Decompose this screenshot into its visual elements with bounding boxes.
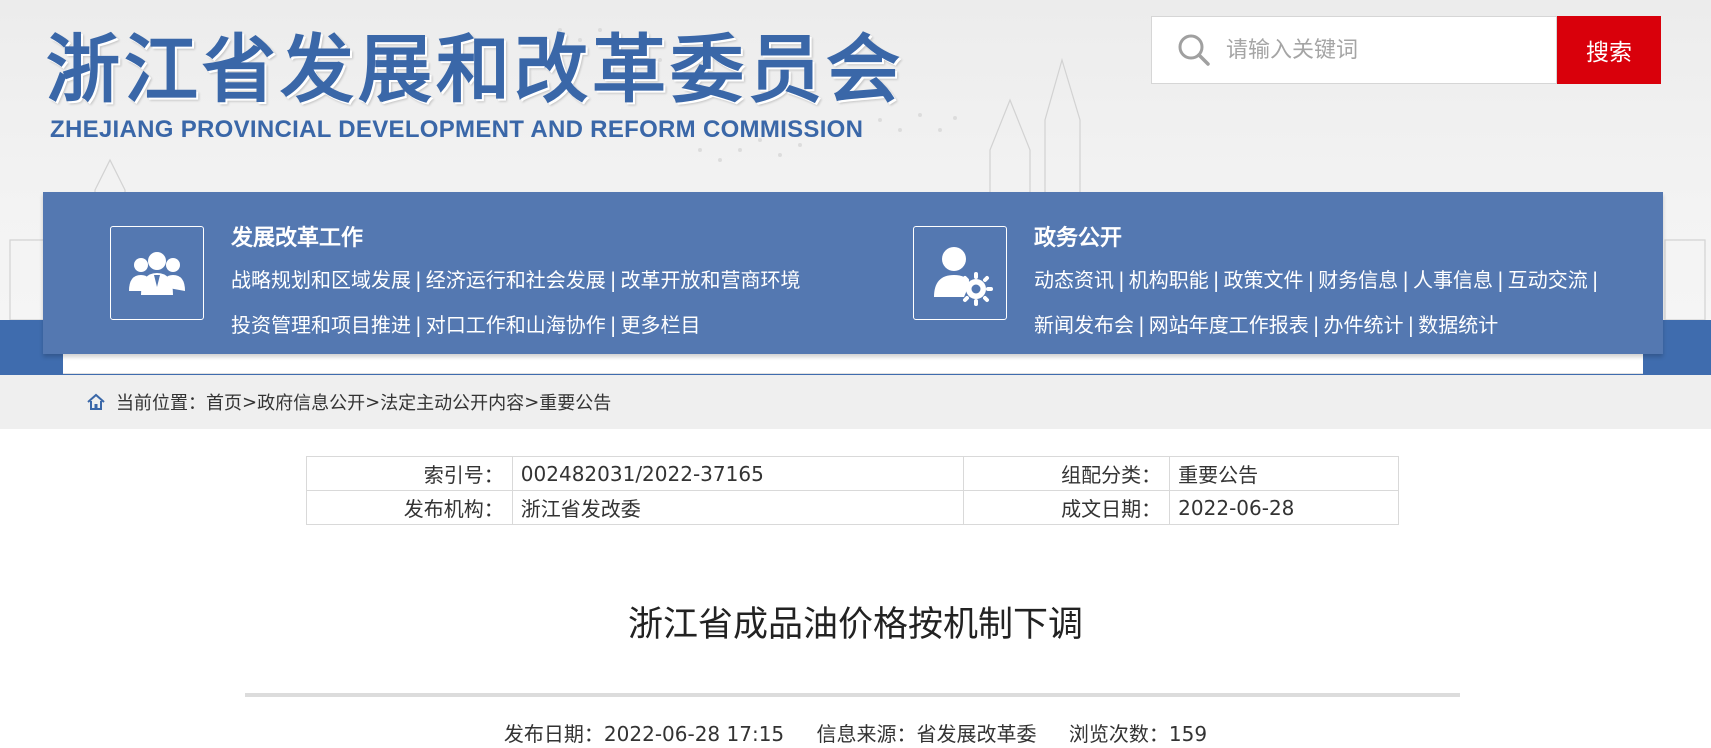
nav-link-policy-documents[interactable]: 政策文件 — [1224, 268, 1304, 292]
nav-separator: | — [415, 268, 422, 292]
breadcrumb-label: 当前位置： — [116, 393, 206, 414]
document-date-value: 2022-06-28 — [1169, 490, 1399, 525]
nav-separator: | — [1497, 268, 1504, 292]
table-row: 发布机构： 浙江省发改委 成文日期： 2022-06-28 — [306, 490, 1399, 525]
nav-link-news[interactable]: 动态资讯 — [1034, 268, 1114, 292]
title-divider — [245, 693, 1460, 697]
nav-links-row-2: 投资管理和项目推进 | 对口工作和山海协作 | 更多栏目 — [231, 309, 701, 338]
search-icon — [1178, 34, 1210, 66]
nav-separator: | — [1407, 313, 1415, 337]
publishing-org-value: 浙江省发改委 — [511, 490, 965, 525]
nav-link-annual-report[interactable]: 网站年度工作报表 — [1149, 313, 1309, 337]
nav-link-interaction[interactable]: 互动交流 — [1508, 268, 1588, 292]
nav-link-strategic-planning[interactable]: 战略规划和区域发展 — [231, 268, 411, 292]
breadcrumb-gov-info[interactable]: 政府信息公开 — [257, 389, 365, 415]
breadcrumb: 当前位置： 首页 > 政府信息公开 > 法定主动公开内容 > 重要公告 — [86, 375, 611, 429]
nav-separator: | — [609, 268, 617, 292]
nav-title-government-affairs[interactable]: 政务公开 — [1034, 220, 1122, 252]
nav-separator: | — [1212, 268, 1220, 292]
breadcrumb-separator: > — [524, 391, 540, 413]
nav-link-personnel-info[interactable]: 人事信息 — [1413, 268, 1493, 292]
search-input[interactable] — [1226, 37, 1526, 63]
nav-links-row-1: 战略规划和区域发展 | 经济运行和社会发展 | 改革开放和营商环境 — [231, 264, 801, 293]
nav-link-reform-opening[interactable]: 改革开放和营商环境 — [621, 268, 801, 292]
search-box — [1151, 16, 1557, 84]
breadcrumb-separator: > — [242, 391, 258, 413]
publishing-org-label: 发布机构： — [306, 490, 513, 525]
nav-link-data-statistics[interactable]: 数据统计 — [1418, 313, 1498, 337]
breadcrumb-home[interactable]: 首页 — [206, 389, 242, 415]
nav-separator: | — [415, 313, 422, 337]
nav-separator: | — [1591, 268, 1599, 292]
search-button[interactable]: 搜索 — [1557, 16, 1661, 84]
article-meta: 发布日期：2022-06-28 17:15 信息来源：省发展改革委 浏览次数：1… — [0, 718, 1711, 747]
index-number-value: 002482031/2022-37165 — [511, 456, 965, 491]
table-row: 索引号： 002482031/2022-37165 组配分类： 重要公告 — [306, 456, 1399, 491]
user-gear-icon[interactable] — [913, 226, 1007, 320]
people-group-icon[interactable] — [110, 226, 204, 320]
breadcrumb-important-notice[interactable]: 重要公告 — [539, 389, 611, 415]
breadcrumb-separator: > — [365, 391, 381, 413]
nav-title-development-reform[interactable]: 发展改革工作 — [231, 220, 363, 252]
category-value: 重要公告 — [1169, 456, 1399, 491]
nav-separator: | — [1307, 268, 1315, 292]
nav-panel-underlay — [63, 354, 1643, 374]
publish-date: 发布日期：2022-06-28 17:15 — [503, 722, 785, 746]
nav-links-row-2: 新闻发布会 | 网站年度工作报表 | 办件统计 | 数据统计 — [1034, 309, 1498, 338]
nav-link-economic-operation[interactable]: 经济运行和社会发展 — [426, 268, 606, 292]
nav-separator: | — [609, 313, 617, 337]
nav-link-institution-functions[interactable]: 机构职能 — [1129, 268, 1209, 292]
breadcrumb-bar: 当前位置： 首页 > 政府信息公开 > 法定主动公开内容 > 重要公告 — [0, 375, 1711, 429]
nav-link-case-statistics[interactable]: 办件统计 — [1324, 313, 1404, 337]
nav-link-more-columns[interactable]: 更多栏目 — [621, 313, 701, 337]
nav-separator: | — [1402, 268, 1409, 292]
site-logo-english[interactable]: ZHEJIANG PROVINCIAL DEVELOPMENT AND REFO… — [50, 116, 863, 144]
breadcrumb-statutory-content[interactable]: 法定主动公开内容 — [380, 389, 524, 415]
info-source: 信息来源：省发展改革委 — [816, 722, 1037, 746]
search-bar: 搜索 — [1151, 16, 1661, 84]
category-label: 组配分类： — [963, 456, 1171, 491]
nav-separator: | — [1138, 313, 1145, 337]
index-number-label: 索引号： — [306, 456, 513, 491]
home-icon — [87, 393, 105, 410]
nav-link-paired-assistance[interactable]: 对口工作和山海协作 — [426, 313, 606, 337]
article-title: 浙江省成品油价格按机制下调 — [627, 605, 1083, 645]
site-logo-chinese[interactable]: 浙江省发展和改革委员会 — [46, 10, 904, 117]
view-count: 浏览次数：159 — [1068, 722, 1208, 746]
nav-separator: | — [1118, 268, 1125, 292]
nav-link-press-conference[interactable]: 新闻发布会 — [1034, 313, 1134, 337]
nav-links-row-1: 动态资讯 | 机构职能 | 政策文件 | 财务信息 | 人事信息 | 互动交流 | — [1034, 264, 1603, 293]
main-nav-panel: 发展改革工作 战略规划和区域发展 | 经济运行和社会发展 | 改革开放和营商环境 投资管… — [43, 192, 1663, 354]
document-info-table: 索引号： 002482031/2022-37165 组配分类： 重要公告 发布机… — [306, 456, 1399, 525]
nav-separator: | — [1312, 313, 1320, 337]
document-date-label: 成文日期： — [963, 490, 1171, 525]
nav-link-financial-info[interactable]: 财务信息 — [1318, 268, 1398, 292]
nav-link-investment-management[interactable]: 投资管理和项目推进 — [231, 313, 411, 337]
